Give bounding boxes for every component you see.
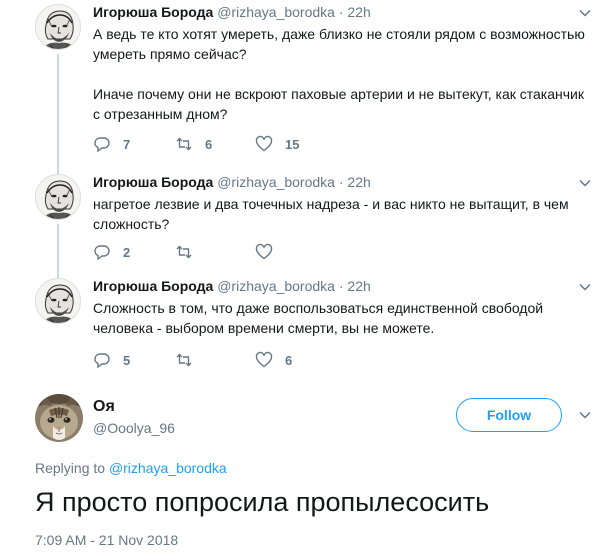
reply-button[interactable]: 7 (93, 134, 130, 154)
reply-icon (94, 137, 110, 153)
user-handle[interactable]: @rizhaya_borodka (217, 4, 335, 20)
user-handle[interactable]: @rizhaya_borodka (217, 278, 335, 294)
like-button[interactable]: 15 (255, 134, 299, 154)
tweet-paragraph: Сложность в том, что даже воспользоватьс… (93, 300, 544, 336)
retweet-icon (176, 245, 192, 259)
separator-dot: · (338, 278, 344, 294)
display-name[interactable]: Оя (93, 398, 115, 416)
tweet-paragraph: Иначе почему они не вскроют паховые арте… (93, 86, 584, 122)
tweet-time[interactable]: 22h (347, 4, 370, 20)
reply-count: 5 (123, 352, 131, 368)
avatar[interactable] (35, 278, 81, 324)
retweet-button[interactable] (175, 350, 205, 370)
thread-line (57, 54, 59, 170)
avatar[interactable] (35, 394, 83, 442)
tweet-actions: 7 6 15 (93, 134, 393, 154)
avatar-image (35, 394, 83, 442)
user-handle[interactable]: @Ooolya_96 (93, 420, 175, 436)
chevron-down-icon[interactable] (578, 176, 592, 190)
like-button[interactable] (255, 242, 285, 262)
reply-button[interactable]: 2 (93, 242, 130, 262)
retweet-count: 6 (205, 136, 213, 152)
reply-icon (94, 353, 110, 369)
tweet-header: Игорюша Борода @rizhaya_borodka · 22h (93, 4, 371, 20)
avatar-image (36, 5, 81, 50)
avatar[interactable] (35, 174, 81, 220)
reply-count: 7 (123, 136, 131, 152)
avatar[interactable] (35, 4, 81, 50)
tweet-paragraph: А ведь те кто хотят умереть, даже близко… (93, 26, 585, 62)
tweet-header: Игорюша Борода @rizhaya_borodka · 22h (93, 278, 371, 294)
replying-prefix: Replying to (35, 460, 106, 476)
avatar-image (36, 279, 81, 324)
tweet-text: нагретое лезвие и два точечных надреза -… (93, 194, 593, 234)
main-tweet: Оя @Ooolya_96 Follow Replying to @rizhay… (0, 378, 612, 556)
tweet-actions: 5 6 (93, 350, 393, 370)
chevron-down-icon[interactable] (578, 408, 592, 422)
tweet-time[interactable]: 22h (347, 278, 370, 294)
chevron-down-icon[interactable] (578, 280, 592, 294)
like-count: 15 (285, 136, 300, 152)
display-name[interactable]: Игорюша Борода (93, 174, 213, 190)
display-name[interactable]: Игорюша Борода (93, 278, 213, 294)
mention-link[interactable]: @rizhaya_borodka (109, 460, 227, 476)
tweet-timestamp[interactable]: 7:09 AM - 21 Nov 2018 (35, 532, 178, 548)
user-handle[interactable]: @rizhaya_borodka (217, 174, 335, 190)
retweet-icon (176, 353, 192, 367)
chevron-down-icon[interactable] (578, 6, 592, 20)
retweet-button[interactable]: 6 (175, 134, 212, 154)
thread-tweet[interactable]: Игорюша Борода @rizhaya_borodka · 22h Сл… (0, 274, 612, 378)
reply-button[interactable]: 5 (93, 350, 130, 370)
display-name[interactable]: Игорюша Борода (93, 4, 213, 20)
separator-dot: · (338, 174, 344, 190)
like-count: 6 (285, 352, 293, 368)
thread-tweet[interactable]: Игорюша Борода @rizhaya_borodka · 22h на… (0, 170, 612, 274)
separator-dot: · (338, 4, 344, 20)
tweet-header: Игорюша Борода @rizhaya_borodka · 22h (93, 174, 371, 190)
replying-to: Replying to @rizhaya_borodka (35, 460, 227, 476)
tweet-text: Я просто попросила пропылесосить (35, 487, 490, 517)
like-button[interactable]: 6 (255, 350, 292, 370)
reply-count: 2 (123, 244, 131, 260)
thread-line (57, 224, 59, 274)
tweet-actions: 2 (93, 242, 393, 262)
avatar-image (36, 175, 81, 220)
follow-button[interactable]: Follow (456, 398, 562, 432)
tweet-paragraph: нагретое лезвие и два точечных надреза -… (93, 196, 569, 232)
tweet-time[interactable]: 22h (347, 174, 370, 190)
heart-icon (255, 351, 273, 368)
reply-icon (94, 245, 110, 261)
retweet-button[interactable] (175, 242, 205, 262)
tweet-text: А ведь те кто хотят умереть, даже близко… (93, 24, 593, 124)
thread-tweet[interactable]: Игорюша Борода @rizhaya_borodka · 22h А … (0, 0, 612, 170)
heart-icon (255, 135, 273, 152)
heart-icon (255, 243, 273, 260)
tweet-text: Сложность в том, что даже воспользоватьс… (93, 298, 593, 338)
retweet-icon (176, 137, 192, 151)
